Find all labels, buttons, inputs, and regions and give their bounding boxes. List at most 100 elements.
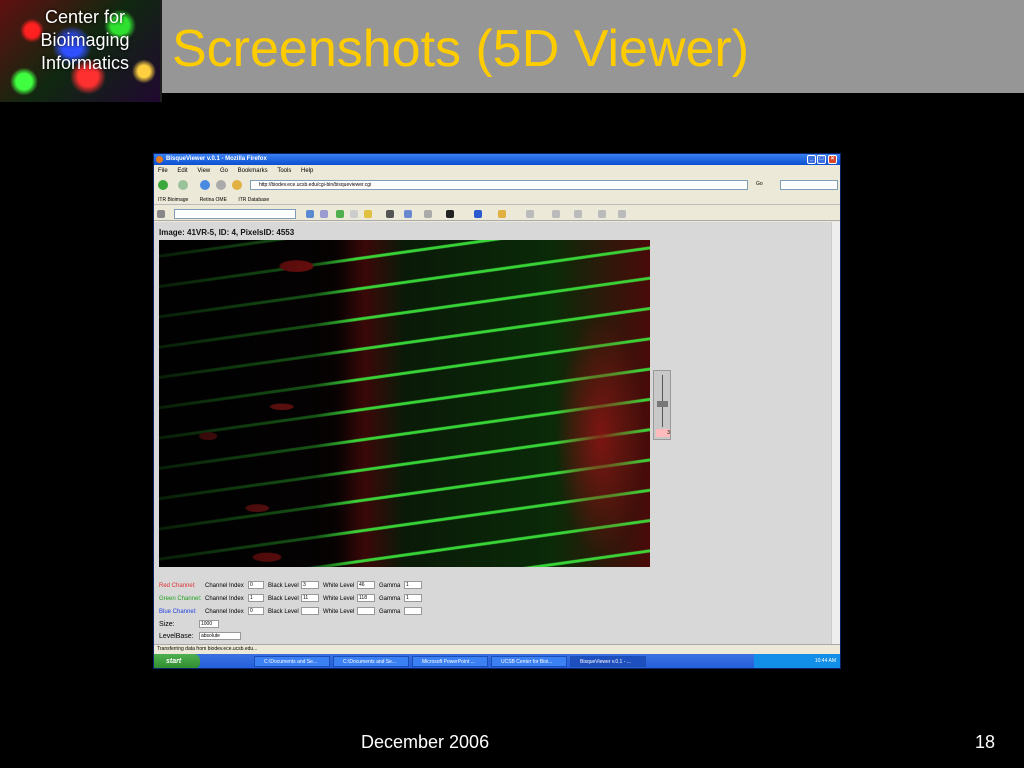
tool-icon-4[interactable]	[350, 210, 358, 218]
black-level-label: Black Level	[268, 609, 299, 615]
black-level-input[interactable]	[301, 607, 319, 615]
channel-index-label: Channel Index	[205, 596, 244, 602]
stop-icon[interactable]	[216, 180, 226, 190]
firefox-icon	[156, 156, 163, 163]
size-label: Size:	[159, 621, 175, 628]
forward-icon[interactable]	[178, 180, 188, 190]
taskbar-item-ucsb[interactable]: UCSB Center for Bioi...	[491, 656, 567, 667]
page-content: Image: 41VR-5, ID: 4, PixelsID: 4553 3 R…	[154, 222, 831, 644]
tool-icon-15[interactable]	[618, 210, 626, 218]
white-level-input[interactable]	[357, 607, 375, 615]
tool-icon-12[interactable]	[552, 210, 560, 218]
home-icon[interactable]	[232, 180, 242, 190]
tool-icon-11[interactable]	[526, 210, 534, 218]
levelbase-select[interactable]: absolute	[199, 632, 241, 640]
channel-index-select[interactable]: 0	[248, 581, 264, 589]
black-level-label: Black Level	[268, 583, 299, 589]
url-bar[interactable]: http://biodev.ece.ucsb.edu/cgi-bin/bisqu…	[250, 180, 748, 190]
taskbar-item-explorer-2[interactable]: C:\Documents and Se...	[333, 656, 409, 667]
tool-icon-3[interactable]	[336, 210, 344, 218]
channel-index-label: Channel Index	[205, 583, 244, 589]
menu-file[interactable]: File	[158, 168, 168, 174]
tool-icon-8[interactable]	[424, 210, 432, 218]
extension-toolbar	[154, 207, 840, 221]
gamma-input[interactable]	[404, 607, 422, 615]
start-button[interactable]: start	[154, 654, 200, 668]
gamma-label: Gamma	[379, 583, 401, 589]
tool-icon-6[interactable]	[386, 210, 394, 218]
gamma-label: Gamma	[379, 609, 401, 615]
tool-icon-7[interactable]	[404, 210, 412, 218]
menu-bookmarks[interactable]: Bookmarks	[238, 168, 268, 174]
gamma-input[interactable]: 1	[404, 594, 422, 602]
bookmark-retina-ome[interactable]: Retina OME	[200, 197, 227, 203]
minimize-button[interactable]: _	[807, 155, 816, 164]
firefox-window: BisqueViewer v.0.1 - Mozilla Firefox _ □…	[153, 153, 841, 669]
slide-title: Screenshots (5D Viewer)	[172, 20, 750, 78]
windows-taskbar: start C:\Documents and Se... C:\Document…	[154, 654, 840, 668]
footer-date: December 2006	[361, 732, 490, 752]
system-tray-clock: 10:44 AM	[754, 654, 840, 668]
levelbase-label: LevelBase:	[159, 633, 194, 640]
menu-help[interactable]: Help	[301, 168, 313, 174]
navigation-toolbar: http://biodev.ece.ucsb.edu/cgi-bin/bisqu…	[154, 177, 840, 193]
channel-name: Blue Channel:	[159, 609, 197, 615]
tool-icon-14[interactable]	[598, 210, 606, 218]
maximize-button[interactable]: □	[817, 155, 826, 164]
z-slider[interactable]: 3	[653, 370, 671, 440]
bookmark-itr-database[interactable]: ITR Database	[238, 197, 269, 203]
taskbar-item-powerpoint[interactable]: Microsoft PowerPoint ...	[412, 656, 488, 667]
slide: Center for Bioimaging Informatics Screen…	[0, 0, 1024, 768]
status-bar: Transferring data from biodev.ece.ucsb.e…	[154, 644, 840, 653]
window-titlebar: BisqueViewer v.0.1 - Mozilla Firefox _ □…	[154, 154, 840, 165]
tool-icon-9[interactable]	[446, 210, 454, 218]
info-icon[interactable]	[474, 210, 482, 218]
black-level-input[interactable]: 3	[301, 581, 319, 589]
menu-go[interactable]: Go	[220, 168, 228, 174]
image-info-label: Image: 41VR-5, ID: 4, PixelsID: 4553	[159, 228, 295, 237]
logo-text: Center for Bioimaging Informatics	[0, 6, 170, 75]
taskbar-item-explorer-1[interactable]: C:\Documents and Se...	[254, 656, 330, 667]
white-level-input[interactable]: 46	[357, 581, 375, 589]
menu-edit[interactable]: Edit	[177, 168, 187, 174]
globe-icon[interactable]	[157, 210, 165, 218]
bookmarks-toolbar: ITR Bioimage Retina OME ITR Database	[154, 195, 840, 205]
tool-icon-13[interactable]	[574, 210, 582, 218]
tool-icon-1[interactable]	[306, 210, 314, 218]
gamma-label: Gamma	[379, 596, 401, 602]
channel-name: Red Channel:	[159, 583, 196, 589]
window-title: BisqueViewer v.0.1 - Mozilla Firefox	[166, 156, 267, 162]
z-slider-thumb[interactable]	[657, 401, 668, 407]
z-slider-value: 3	[656, 429, 670, 437]
gamma-input[interactable]: 1	[404, 581, 422, 589]
vertical-scrollbar[interactable]	[831, 222, 840, 644]
close-button[interactable]: ×	[828, 155, 837, 164]
bookmark-itr-bioimage[interactable]: ITR Bioimage	[158, 197, 188, 203]
white-level-input[interactable]: 118	[357, 594, 375, 602]
white-level-label: White Level	[323, 609, 355, 615]
taskbar-item-bisqueviewer[interactable]: BisqueViewer v.0.1 - ...	[570, 656, 646, 667]
back-icon[interactable]	[158, 180, 168, 190]
channel-index-label: Channel Index	[205, 609, 244, 615]
size-input[interactable]: 1000	[199, 620, 219, 628]
channel-index-select[interactable]: 1	[248, 594, 264, 602]
channel-index-select[interactable]: 0	[248, 607, 264, 615]
tool-icon-2[interactable]	[320, 210, 328, 218]
tool-icon-5[interactable]	[364, 210, 372, 218]
reload-icon[interactable]	[200, 180, 210, 190]
tool-icon-10[interactable]	[498, 210, 506, 218]
menu-view[interactable]: View	[197, 168, 210, 174]
white-level-label: White Level	[323, 596, 355, 602]
black-level-input[interactable]: 11	[301, 594, 319, 602]
toolbar-search-box[interactable]	[174, 209, 296, 219]
black-level-label: Black Level	[268, 596, 299, 602]
search-input[interactable]	[780, 180, 838, 190]
image-dark-region	[159, 240, 356, 567]
white-level-label: White Level	[323, 583, 355, 589]
menu-tools[interactable]: Tools	[277, 168, 291, 174]
go-button[interactable]: Go	[756, 181, 763, 187]
logo-line-2: Bioimaging	[40, 30, 130, 50]
slide-number: 18	[975, 732, 996, 752]
microscopy-image[interactable]	[159, 240, 650, 567]
logo-line-1: Center for	[44, 7, 126, 27]
